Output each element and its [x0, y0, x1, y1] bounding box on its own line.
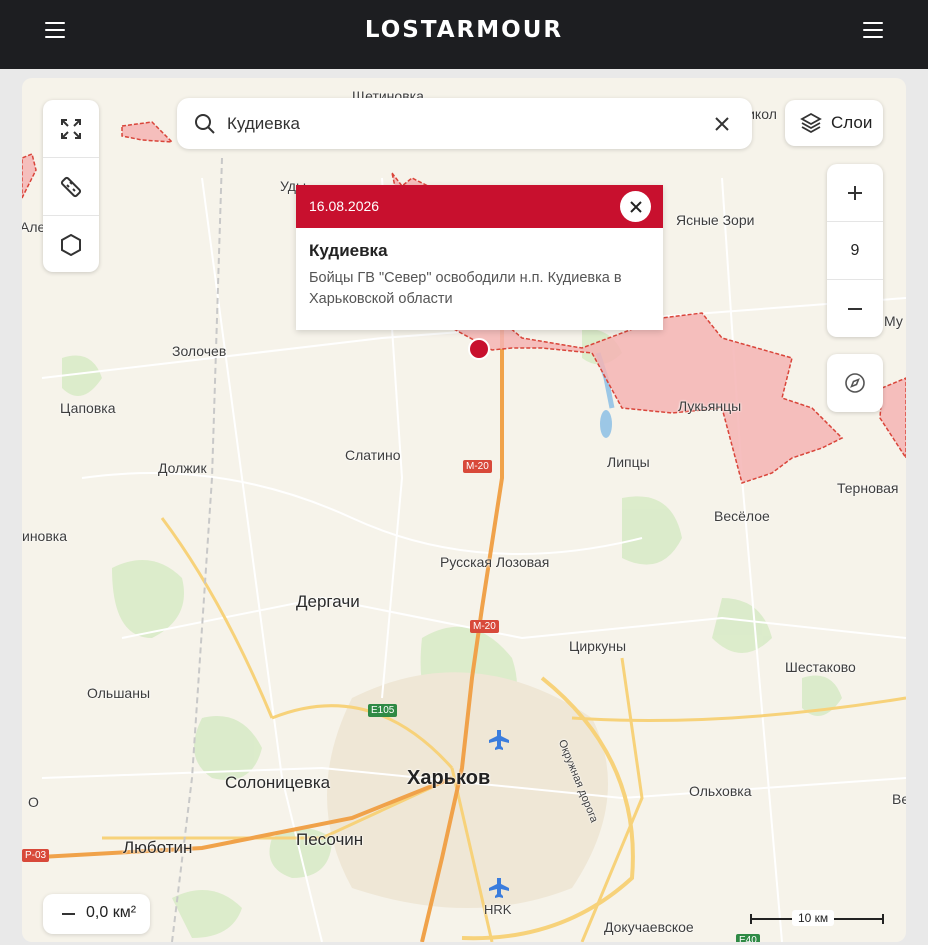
area-value: 0,0 км²	[86, 904, 137, 921]
ruler-button[interactable]	[43, 158, 99, 215]
map-label: Му	[884, 313, 903, 329]
popup-text: Бойцы ГВ "Север" освободили н.п. Кудиевк…	[309, 270, 622, 307]
layers-button[interactable]: Слои	[785, 100, 883, 146]
zoom-panel: 9	[827, 164, 883, 337]
scale-label: 10 км	[792, 910, 835, 926]
map-label: Циркуны	[569, 638, 627, 654]
polygon-button[interactable]	[43, 216, 99, 273]
layers-icon	[800, 112, 822, 134]
map-label: Слатино	[345, 447, 401, 463]
fullscreen-button[interactable]	[43, 100, 99, 157]
road-shield: E40	[736, 934, 760, 942]
search-icon	[195, 114, 215, 134]
scale-bar: 10 км	[750, 908, 885, 930]
popup-header: 16.08.2026	[296, 185, 663, 228]
popup-close-button[interactable]	[620, 191, 651, 222]
map-label: иновка	[22, 528, 67, 544]
map-label: Весёлое	[714, 508, 770, 524]
popup-title: Кудиевка	[309, 241, 388, 260]
event-popup: 16.08.2026 Кудиевка Бойцы ГВ "Север" осв…	[296, 185, 663, 330]
map-label: Дергачи	[296, 592, 360, 611]
zoom-in-button[interactable]	[827, 164, 883, 221]
map-label: Золочев	[172, 343, 227, 359]
map-label: Ве	[892, 791, 906, 807]
close-icon	[629, 200, 642, 213]
map-label: Песочин	[296, 830, 364, 849]
map-label: Липцы	[607, 454, 650, 470]
location-marker	[468, 338, 490, 360]
map-label: Ольховка	[689, 783, 752, 799]
map-label: Докучаевское	[604, 919, 694, 935]
map-label-city: Харьков	[407, 767, 491, 789]
road-shield: М-20	[470, 620, 499, 633]
map-label: HRK	[484, 902, 512, 917]
road-shield: E105	[368, 704, 398, 717]
menu-right-icon[interactable]	[863, 22, 883, 42]
zoom-out-button[interactable]	[827, 280, 883, 337]
map-label: Терновая	[837, 480, 899, 496]
area-dash-icon	[62, 913, 75, 915]
top-bar: LOSTARMOUR	[0, 0, 928, 69]
compass-icon	[845, 373, 865, 393]
map-label: Цаповка	[60, 400, 116, 416]
layers-label: Слои	[831, 113, 873, 132]
map-label: О	[28, 794, 39, 810]
clear-icon[interactable]	[714, 116, 730, 132]
road-shield: Р-03	[22, 849, 50, 862]
map-label: Должик	[158, 460, 207, 476]
minus-icon	[848, 307, 862, 310]
popup-date: 16.08.2026	[309, 198, 380, 214]
map-label: Русская Лозовая	[440, 554, 550, 570]
map-label: Шестаково	[785, 659, 856, 675]
map-label: Ясные Зори	[676, 212, 755, 228]
map-label: Люботин	[123, 838, 193, 857]
map-canvas[interactable]: Щетиновка Никол Уды Алексеевка Ясные Зор…	[22, 78, 906, 942]
tool-panel	[43, 100, 99, 272]
plus-icon	[848, 185, 862, 200]
compass-button[interactable]	[827, 354, 883, 412]
area-measure: 0,0 км²	[43, 894, 150, 934]
road-shield: М-20	[463, 460, 492, 473]
search-input[interactable]	[227, 111, 687, 137]
site-logo[interactable]: LOSTARMOUR	[0, 17, 928, 43]
map-label: Ольшаны	[87, 685, 151, 701]
search-bar	[177, 98, 752, 149]
map-label: Солоницевка	[225, 773, 331, 792]
zoom-level: 9	[850, 241, 860, 259]
expand-icon	[61, 118, 81, 139]
ruler-icon	[60, 176, 82, 197]
map-label: Лукьянцы	[678, 398, 742, 414]
hexagon-icon	[61, 233, 81, 256]
